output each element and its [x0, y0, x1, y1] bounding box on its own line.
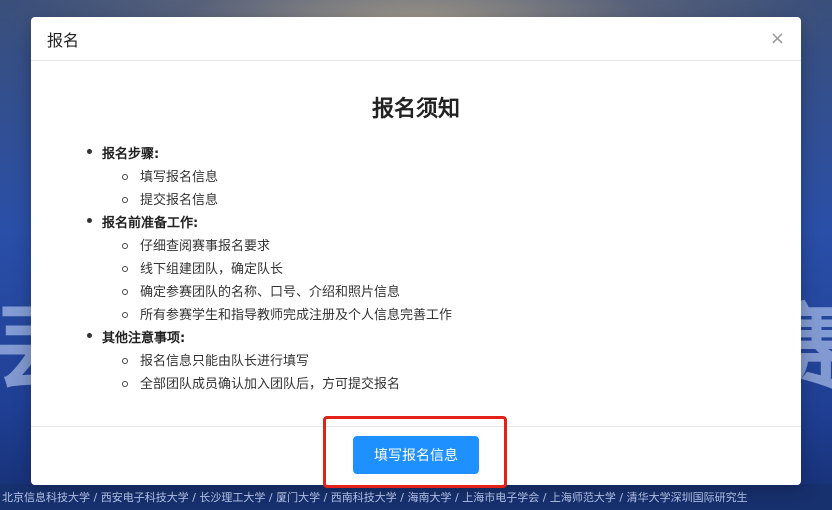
notice-section-steps: 报名步骤: 填写报名信息 提交报名信息 [87, 143, 801, 212]
section-items: 仔细查阅赛事报名要求 线下组建团队，确定队长 确定参赛团队的名称、口号、介绍和照… [122, 235, 801, 327]
close-icon[interactable]: × [770, 29, 785, 48]
university-list-strip: 北京信息科技大学 / 西安电子科技大学 / 长沙理工大学 / 厦门大学 / 西南… [0, 484, 832, 510]
notice-section-preparation: 报名前准备工作: 仔细查阅赛事报名要求 线下组建团队，确定队长 确定参赛团队的名… [87, 212, 801, 327]
modal-body: 报名须知 报名步骤: 填写报名信息 提交报名信息 报名前准备工作: 仔细查阅赛事… [31, 61, 801, 427]
registration-modal: 报名 × 报名须知 报名步骤: 填写报名信息 提交报名信息 报名前准备工作: 仔… [31, 17, 801, 485]
notice-list: 报名步骤: 填写报名信息 提交报名信息 报名前准备工作: 仔细查阅赛事报名要求 … [87, 143, 801, 396]
modal-title: 报名 [47, 30, 80, 50]
notice-title: 报名须知 [371, 97, 460, 122]
section-label: 报名步骤: [102, 147, 160, 162]
section-label: 报名前准备工作: [102, 216, 199, 231]
list-item: 所有参赛学生和指导教师完成注册及个人信息完善工作 [122, 304, 801, 327]
list-item: 填写报名信息 [122, 166, 801, 189]
fill-registration-button[interactable]: 填写报名信息 [353, 436, 479, 474]
modal-footer: 填写报名信息 [31, 427, 801, 484]
section-label: 其他注意事项: [102, 331, 186, 346]
section-items: 报名信息只能由队长进行填写 全部团队成员确认加入团队后，方可提交报名 [122, 350, 801, 396]
modal-header: 报名 × [31, 17, 801, 61]
list-item: 确定参赛团队的名称、口号、介绍和照片信息 [122, 281, 801, 304]
list-item: 提交报名信息 [122, 189, 801, 212]
list-item: 仔细查阅赛事报名要求 [122, 235, 801, 258]
notice-section-other: 其他注意事项: 报名信息只能由队长进行填写 全部团队成员确认加入团队后，方可提交… [87, 327, 801, 396]
list-item: 全部团队成员确认加入团队后，方可提交报名 [122, 373, 801, 396]
list-item: 线下组建团队，确定队长 [122, 258, 801, 281]
list-item: 报名信息只能由队长进行填写 [122, 350, 801, 373]
section-items: 填写报名信息 提交报名信息 [122, 166, 801, 212]
